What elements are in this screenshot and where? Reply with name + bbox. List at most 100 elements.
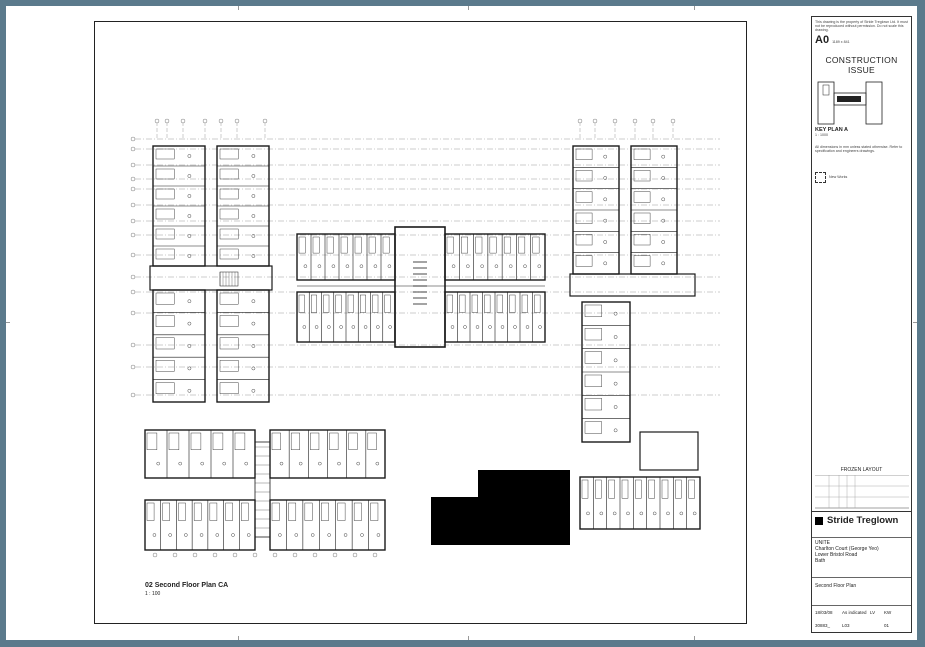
grid-bubble <box>130 146 136 152</box>
furniture <box>251 194 256 198</box>
legend-swatch <box>815 172 826 183</box>
grid-bubble <box>130 274 136 280</box>
bed <box>155 360 175 372</box>
furniture <box>343 533 348 537</box>
furniture <box>168 533 172 537</box>
grid-bubble <box>262 118 268 124</box>
key-plan-diagram <box>817 81 883 125</box>
drawing-sheet: 02 Second Floor Plan CA 1 : 100 This dra… <box>6 6 917 640</box>
furniture <box>603 197 608 202</box>
checked-by: KW <box>884 610 892 615</box>
sheet-tick <box>238 6 239 10</box>
grid-bubble <box>202 118 208 124</box>
furniture <box>187 321 192 326</box>
bed <box>219 188 239 200</box>
furniture <box>356 461 360 466</box>
grid-bubble <box>130 232 136 238</box>
furniture <box>327 325 331 329</box>
furniture <box>375 461 380 466</box>
bed <box>608 479 615 499</box>
bed <box>575 170 593 182</box>
bed <box>146 432 158 450</box>
left-wing-stair-core <box>149 265 273 291</box>
furniture <box>294 533 298 537</box>
grid-bubble <box>670 118 676 124</box>
grid-bubble <box>292 552 298 558</box>
furniture <box>187 388 192 393</box>
furniture <box>488 325 492 329</box>
furniture <box>450 325 455 329</box>
furniture <box>613 381 618 386</box>
grid-bubble <box>130 202 136 208</box>
practice-name: Stride Treglown <box>827 515 899 526</box>
grid-bubble <box>130 136 136 142</box>
bed <box>633 191 651 203</box>
bed <box>312 236 320 254</box>
right-wing-plant-room <box>639 431 699 471</box>
furniture <box>661 154 666 159</box>
furniture <box>586 511 590 516</box>
furniture <box>652 511 657 516</box>
furniture <box>451 264 456 268</box>
grid-bubble <box>130 218 136 224</box>
furniture <box>251 321 256 326</box>
furniture <box>278 533 282 537</box>
bed <box>271 502 280 521</box>
date-value: 18/03/08 <box>815 610 833 615</box>
bed <box>155 292 175 305</box>
furniture <box>613 311 618 316</box>
grid-bubble <box>632 118 638 124</box>
bed <box>446 294 453 313</box>
furniture <box>613 335 618 339</box>
key-plan-scale: 1 : 1000 <box>815 133 828 137</box>
bed <box>298 236 306 254</box>
key-plan <box>812 79 911 131</box>
bed <box>311 294 317 313</box>
bed <box>635 479 642 499</box>
sheet-tick <box>6 322 10 323</box>
furniture <box>187 344 192 348</box>
bed <box>225 502 233 521</box>
furniture <box>373 264 378 268</box>
grid-bubble <box>372 552 378 558</box>
general-notes: All dimensions in mm unless stated other… <box>815 145 903 154</box>
revision-table <box>812 474 911 511</box>
right-wing-stair-core <box>569 273 696 297</box>
bed <box>688 479 695 499</box>
furniture <box>339 325 343 329</box>
furniture <box>187 366 192 371</box>
south-east-rooms <box>579 476 701 530</box>
furniture <box>475 325 480 329</box>
bed <box>675 479 682 499</box>
furniture <box>523 264 527 268</box>
grid-bubble <box>130 186 136 192</box>
grid-bubble <box>152 552 158 558</box>
bed <box>288 502 297 521</box>
bed <box>340 236 348 254</box>
bed <box>219 168 239 180</box>
furniture <box>466 264 470 268</box>
frozen-layout-label: FROZEN LAYOUT <box>840 467 883 473</box>
bed <box>575 191 593 203</box>
furniture <box>231 533 235 537</box>
furniture <box>639 511 644 516</box>
sheet-tick <box>468 636 469 640</box>
grid-bubble <box>212 552 218 558</box>
grid-bubble <box>352 552 358 558</box>
plan-title: 02 Second Floor Plan CA <box>145 582 229 589</box>
furniture <box>302 325 307 329</box>
floor-plan[interactable] <box>95 22 746 623</box>
grid-bubble <box>218 118 224 124</box>
furniture <box>538 325 542 329</box>
bed <box>155 228 175 240</box>
bed <box>633 148 651 160</box>
south-block-core <box>254 441 271 538</box>
bed <box>575 148 593 160</box>
bed <box>155 188 175 200</box>
furniture <box>376 533 381 537</box>
furniture <box>187 194 192 198</box>
bed <box>178 502 186 521</box>
furniture <box>603 218 608 223</box>
bed <box>584 398 602 411</box>
bed <box>534 294 541 313</box>
